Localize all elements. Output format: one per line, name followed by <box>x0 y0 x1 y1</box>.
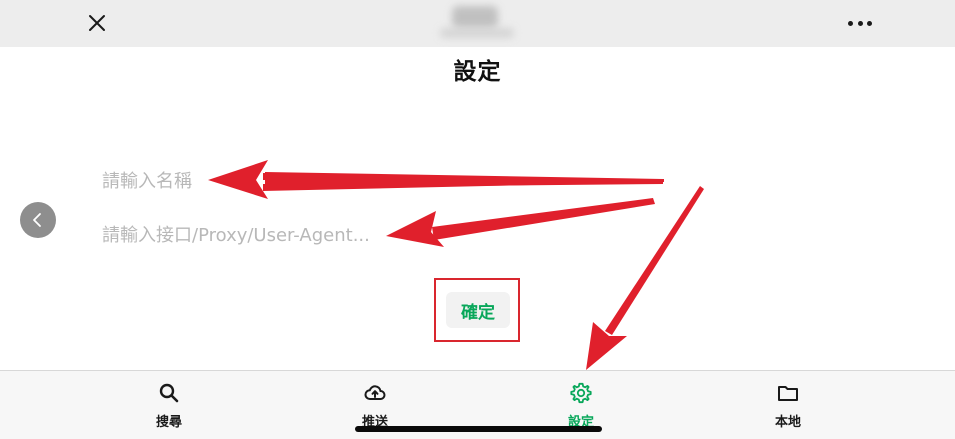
tab-label: 本地 <box>774 415 801 430</box>
more-horizontal-icon <box>848 20 853 26</box>
tab-search[interactable]: 搜尋 <box>119 371 219 439</box>
search-icon <box>157 381 181 405</box>
cloud-upload-icon <box>363 381 387 405</box>
api-proxy-useragent-input[interactable] <box>102 222 482 248</box>
name-input[interactable] <box>102 168 402 194</box>
confirm-button[interactable]: 確定 <box>446 292 510 328</box>
folder-icon <box>776 381 800 405</box>
tab-label: 搜尋 <box>155 415 182 430</box>
more-options-button[interactable] <box>844 10 876 36</box>
tab-local[interactable]: 本地 <box>738 371 838 439</box>
close-icon <box>89 15 105 31</box>
close-button[interactable] <box>82 8 112 38</box>
home-indicator <box>355 426 602 432</box>
page-title: 設定 <box>453 59 502 85</box>
arrow-to-settings-tab <box>586 186 704 370</box>
chevron-left-icon <box>33 213 41 227</box>
back-button[interactable] <box>20 202 56 238</box>
blurred-window-title <box>452 6 498 28</box>
top-bar <box>0 0 955 47</box>
blurred-window-subtitle <box>440 28 514 38</box>
gear-icon <box>569 381 593 405</box>
app-screen: 設定 確定 搜尋 <box>0 0 955 439</box>
